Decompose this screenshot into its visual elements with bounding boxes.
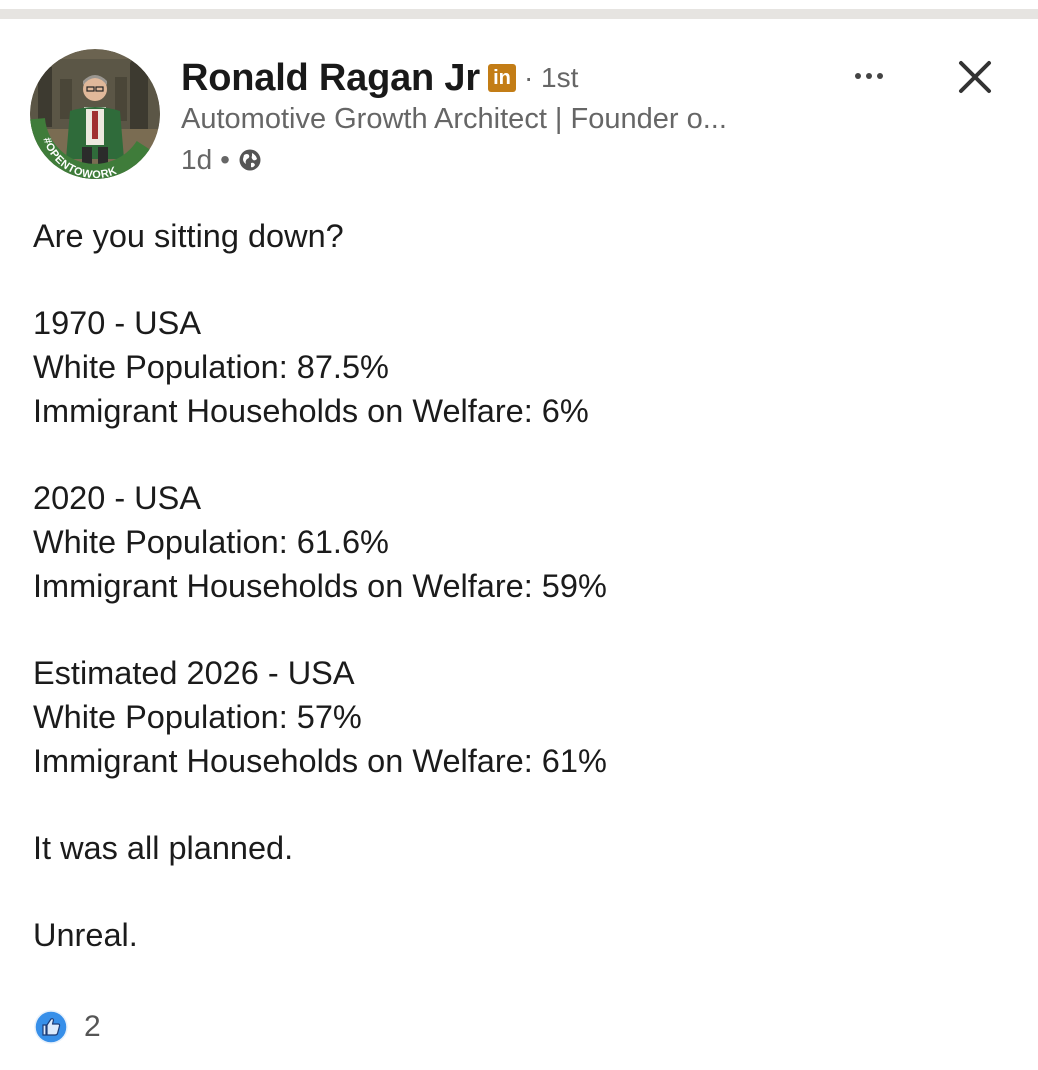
reaction-count: 2 xyxy=(84,1010,101,1043)
stat-white-population: White Population: 87.5% xyxy=(33,349,389,385)
post-time: 1d xyxy=(181,144,213,175)
reactions-summary[interactable]: 2 xyxy=(34,1010,101,1044)
stat-block-heading: 1970 - USA xyxy=(33,305,202,341)
more-icon-dot xyxy=(866,73,872,79)
linkedin-premium-badge-icon: in xyxy=(487,64,516,92)
more-options-button[interactable] xyxy=(846,56,892,96)
avatar-image: #OPENTOWORK xyxy=(30,49,160,179)
author-name[interactable]: Ronald Ragan Jr xyxy=(181,57,480,100)
meta-separator: • xyxy=(220,144,230,175)
stat-white-population: White Population: 61.6% xyxy=(33,524,389,560)
stat-white-population: White Population: 57% xyxy=(33,699,362,735)
close-icon[interactable] xyxy=(955,57,995,97)
linkedin-badge-text: in xyxy=(493,67,511,89)
stat-welfare: Immigrant Households on Welfare: 59% xyxy=(33,568,607,604)
top-divider-bar xyxy=(0,9,1038,19)
post-intro: Are you sitting down? xyxy=(33,218,344,254)
author-headline: Automotive Growth Architect | Founder o.… xyxy=(181,103,727,135)
more-icon-dot xyxy=(877,73,883,79)
post-meta: 1d • xyxy=(181,142,262,178)
author-name-row: Ronald Ragan Jr in · 1st xyxy=(181,56,578,100)
post-body: Are you sitting down? 1970 - USA White P… xyxy=(33,214,993,957)
stat-block-heading: Estimated 2026 - USA xyxy=(33,655,355,691)
globe-icon xyxy=(239,149,261,171)
post-closing-line: It was all planned. xyxy=(33,830,294,866)
stat-welfare: Immigrant Households on Welfare: 61% xyxy=(33,743,607,779)
top-strip xyxy=(0,0,1038,9)
author-avatar[interactable]: #OPENTOWORK xyxy=(30,49,160,179)
like-icon xyxy=(34,1010,68,1044)
connection-degree: · 1st xyxy=(523,62,579,93)
post-closing-line: Unreal. xyxy=(33,917,138,953)
stat-block-heading: 2020 - USA xyxy=(33,480,202,516)
stat-welfare: Immigrant Households on Welfare: 6% xyxy=(33,393,589,429)
more-icon-dot xyxy=(855,73,861,79)
